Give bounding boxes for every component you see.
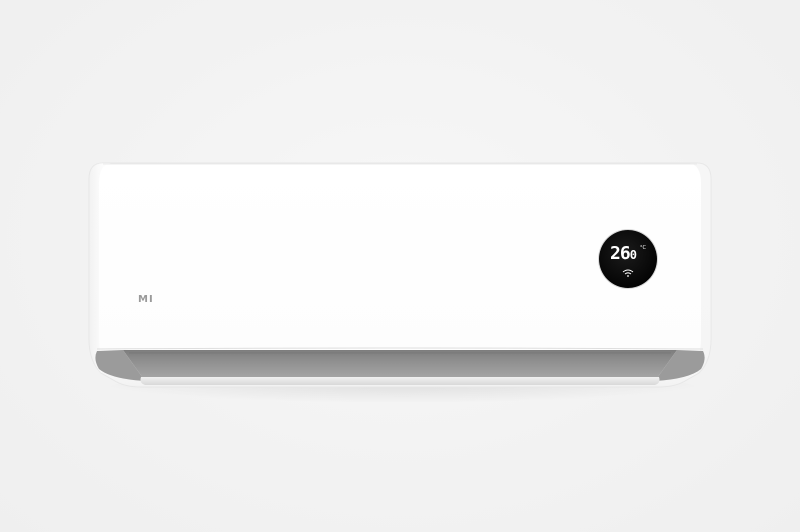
- temperature-unit: °C: [640, 245, 646, 251]
- air-conditioner-unit: MI 260 °C: [88, 162, 712, 388]
- temperature-readout: 260: [610, 243, 637, 264]
- temperature-display: 260 °C: [599, 230, 657, 288]
- product-photo: MI 260 °C: [0, 0, 800, 532]
- brand-logo: MI: [138, 294, 154, 305]
- temperature-decimal: 0: [629, 248, 637, 262]
- wifi-icon: [622, 269, 634, 277]
- temperature-value: 26: [610, 243, 631, 264]
